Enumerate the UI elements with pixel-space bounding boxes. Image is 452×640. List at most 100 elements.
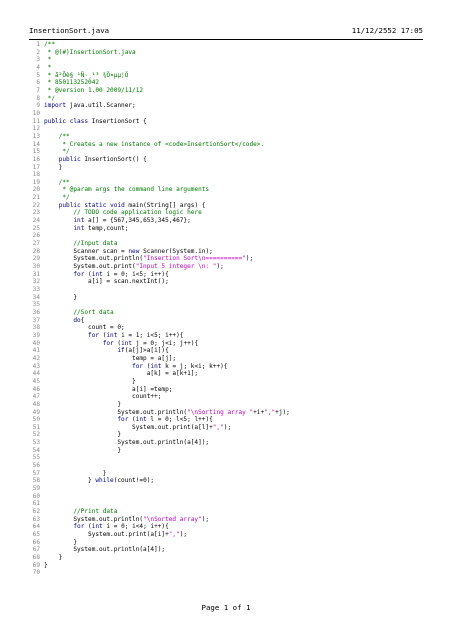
- line-number: 59: [32, 485, 40, 493]
- code-line: 58 } while(count!=0);: [30, 477, 426, 485]
- line-text: if(a[j]>a[i]){: [117, 347, 169, 355]
- line-number: 22: [32, 201, 40, 209]
- line-text: }: [44, 293, 78, 301]
- line-text: // TODO code application logic here: [44, 209, 202, 217]
- line-text: int temp,count;: [73, 224, 129, 232]
- line-text: count = 0;: [44, 324, 125, 332]
- line-text: System.out.println("\nSorted array");: [44, 515, 210, 523]
- source-listing: 1/** 2 * @(#)InsertionSort.java 3 * 4 * 5 * …: [30, 41, 426, 577]
- line-number: 13: [32, 132, 40, 140]
- line-number: 57: [32, 469, 40, 477]
- code-line: 11 public class InsertionSort {: [30, 118, 426, 126]
- line-text: for (int i = 1; i<5; i++){: [88, 331, 184, 339]
- code-line: 29 System.out.println("Insertion Sort\n=…: [30, 255, 426, 263]
- line-text: a[k] = a[k+1];: [44, 370, 199, 378]
- line-number: 63: [32, 515, 40, 523]
- line-number: 12: [32, 125, 40, 133]
- code-line: 25 int temp,count;: [30, 225, 426, 233]
- code-line: 13 /**: [30, 133, 426, 141]
- code-line: 5 * ã²Ôè§ ¹Ñ·¸¹³ ¾Ö¤µµ¦Ö: [30, 72, 426, 80]
- code-line: 59: [30, 485, 426, 493]
- line-text: //Input data: [44, 240, 118, 248]
- line-text: System.out.print(a[i]+",");: [44, 531, 188, 538]
- line-number: 55: [32, 454, 40, 462]
- code-line: 50 for (int l = 0; l<5; l++){: [30, 416, 426, 424]
- code-line: 27 //Input data: [30, 240, 426, 248]
- code-line: 51 System.out.print(a[l]+",");: [30, 424, 426, 432]
- line-text: System.out.println(a[4]);: [44, 439, 210, 447]
- code-line: 39 for (int i = 1; i<5; i++){: [30, 332, 426, 340]
- line-text: a[i] = scan.nextInt();: [44, 278, 169, 286]
- line-text: }: [44, 469, 107, 477]
- line-text: */: [44, 94, 56, 102]
- line-text: *: [44, 63, 52, 71]
- code-line: 68 }: [30, 554, 426, 562]
- line-number: 61: [32, 500, 40, 508]
- line-text: System.out.print("Input 5 integer \n: ")…: [44, 263, 224, 271]
- line-number: 31: [32, 270, 40, 278]
- line-number: 70: [32, 569, 40, 577]
- line-number: 44: [32, 370, 40, 378]
- code-line: 62 //Print data: [30, 508, 426, 516]
- line-number: 40: [32, 339, 40, 347]
- code-line: 17 }: [30, 164, 426, 172]
- line-number: 19: [32, 178, 40, 186]
- line-text: }: [44, 561, 48, 569]
- code-line: 69}: [30, 562, 426, 570]
- code-line: 22 public static void main(String[] args…: [30, 202, 426, 210]
- code-line: 55: [30, 454, 426, 462]
- code-line: 49 System.out.println("\nSorting array "…: [30, 409, 426, 417]
- line-number: 10: [32, 109, 40, 117]
- line-text: * @version 1.00 2009/11/12: [44, 86, 144, 94]
- code-line: 15 */: [30, 148, 426, 156]
- line-number: 6: [36, 79, 40, 87]
- code-line: 44 a[k] = a[k+1];: [30, 370, 426, 378]
- line-number: 37: [32, 316, 40, 324]
- line-number: 48: [32, 400, 40, 408]
- code-line: 67 System.out.println(a[4]);: [30, 546, 426, 554]
- code-line: 21 */: [30, 194, 426, 202]
- line-number: 1: [36, 41, 40, 48]
- line-text: System.out.println(a[4]);: [44, 546, 166, 554]
- line-text: //Sort data: [44, 308, 114, 316]
- line-text: System.out.println("\nSorting array "+i+…: [44, 408, 290, 416]
- code-line: 10: [30, 110, 426, 118]
- line-text: int a[] = {567,345,653,345,467};: [73, 217, 191, 225]
- line-text: * @(#)InsertionSort.java: [44, 48, 136, 56]
- line-number: 64: [32, 523, 40, 531]
- code-line: 38 count = 0;: [30, 324, 426, 332]
- code-line: 9 import java.util.Scanner;: [30, 102, 426, 110]
- code-line: 56: [30, 462, 426, 470]
- line-number: 3: [36, 56, 40, 64]
- line-text: public class InsertionSort {: [44, 117, 147, 125]
- line-number: 47: [32, 393, 40, 401]
- line-number: 35: [32, 301, 40, 309]
- line-text: */: [44, 148, 70, 156]
- line-number: 20: [32, 186, 40, 194]
- line-number: 16: [32, 155, 40, 163]
- line-text: }: [44, 377, 136, 385]
- line-number: 49: [32, 408, 40, 416]
- code-line: 52 }: [30, 431, 426, 439]
- line-text: for (int l = 0; l<5; l++){: [117, 416, 213, 424]
- line-text: import java.util.Scanner;: [44, 102, 136, 110]
- code-line: 14 * Creates a new instance of <code>Ins…: [30, 141, 426, 149]
- line-text: a[i] =temp;: [44, 385, 173, 393]
- line-text: for (int k = j; k<i; k++){: [132, 362, 228, 370]
- line-text: /**: [44, 178, 70, 186]
- line-text: Scanner scan = new Scanner(System.in);: [44, 247, 213, 255]
- line-text: //Print data: [44, 508, 118, 516]
- line-number: 38: [32, 324, 40, 332]
- code-line: 34 }: [30, 294, 426, 302]
- code-line: 70: [30, 569, 426, 577]
- line-number: 58: [32, 477, 40, 485]
- line-number: 34: [32, 293, 40, 301]
- line-text: temp = a[j];: [44, 354, 177, 362]
- line-text: * ã²Ôè§ ¹Ñ·¸¹³ ¾Ö¤µµ¦Ö: [44, 71, 129, 79]
- line-number: 46: [32, 385, 40, 393]
- line-number: 7: [36, 86, 40, 94]
- line-text: System.out.println("Insertion Sort\n====…: [44, 255, 254, 263]
- code-line: 12: [30, 125, 426, 133]
- code-line: 18: [30, 171, 426, 179]
- line-text: } while(count!=0);: [44, 477, 155, 485]
